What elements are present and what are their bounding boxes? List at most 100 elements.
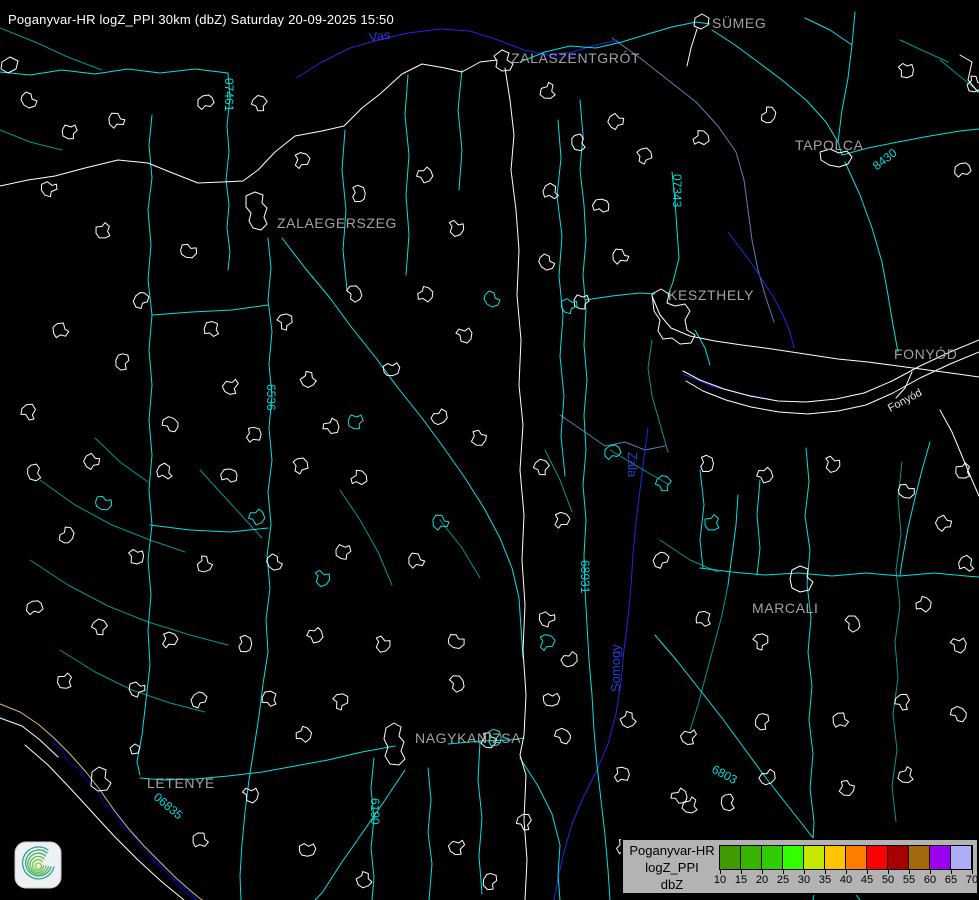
river-label-zala: Zala bbox=[625, 452, 640, 477]
settlement-outline bbox=[954, 461, 972, 480]
city-label-sumeg: SÜMEG bbox=[712, 15, 766, 31]
settlement-outline bbox=[112, 351, 134, 373]
settlement-outline bbox=[514, 811, 536, 833]
settlement-outline bbox=[896, 61, 916, 80]
settlement-outline bbox=[957, 554, 977, 574]
legend-tick-value: 30 bbox=[795, 874, 813, 886]
settlement-outline bbox=[247, 508, 266, 526]
settlement-outline bbox=[19, 401, 41, 423]
settlement-outline bbox=[539, 82, 556, 100]
settlement-outline bbox=[446, 836, 466, 857]
settlement-outline bbox=[193, 553, 214, 574]
settlement-outline bbox=[293, 458, 308, 474]
county-label-vas: Vas bbox=[368, 27, 391, 45]
settlement-outline bbox=[311, 568, 332, 588]
legend-tick-value: 20 bbox=[753, 874, 771, 886]
legend-color-cell bbox=[888, 846, 908, 869]
settlement-outline bbox=[952, 160, 973, 181]
settlement-outline bbox=[347, 182, 370, 205]
settlement-outline bbox=[126, 546, 146, 566]
settlement-outline bbox=[536, 607, 558, 629]
city-label-zalaszentgrot: ZALASZENTGRÓT bbox=[511, 50, 640, 66]
settlement-outline bbox=[571, 290, 593, 312]
logo-background bbox=[15, 842, 61, 888]
settlement-outline bbox=[467, 427, 489, 449]
settlement-outline bbox=[57, 525, 77, 545]
settlement-outline bbox=[407, 551, 425, 569]
settlement-outline bbox=[155, 462, 175, 481]
settlement-outline bbox=[107, 110, 127, 129]
settlement-outline bbox=[201, 319, 222, 340]
city-label-keszthely: KESZTHELY bbox=[668, 287, 754, 303]
settlement-outline bbox=[480, 871, 502, 893]
product-title: Poganyvar-HR logZ_PPI 30km (dbZ) Saturda… bbox=[8, 12, 394, 27]
settlement-outline bbox=[590, 195, 613, 218]
legend-tick-labels: 10152025303540455055606570 bbox=[623, 870, 977, 892]
settlement-outline bbox=[695, 452, 718, 475]
settlement-outline bbox=[294, 152, 310, 169]
legend-tick-value: 65 bbox=[942, 874, 960, 886]
settlement-outline bbox=[752, 711, 774, 733]
settlement-outline bbox=[896, 480, 917, 501]
settlement-outline bbox=[380, 358, 402, 380]
legend-color-cell bbox=[783, 846, 803, 869]
legend-tick-value: 45 bbox=[858, 874, 876, 886]
settlement-outline bbox=[191, 692, 207, 708]
settlement-outline bbox=[414, 284, 436, 306]
settlement-outline bbox=[539, 634, 555, 651]
legend-tick-value: 15 bbox=[732, 874, 750, 886]
settlement-outline bbox=[191, 831, 209, 849]
settlement-outline bbox=[949, 705, 967, 723]
settlement-outline bbox=[126, 677, 148, 699]
legend-tick-value: 40 bbox=[837, 874, 855, 886]
settlement-outline bbox=[344, 284, 364, 304]
settlement-outline bbox=[554, 512, 571, 530]
settlement-outline bbox=[23, 461, 45, 483]
city-label-marcali: MARCALI bbox=[752, 600, 818, 616]
settlement-outline bbox=[415, 166, 434, 184]
settlement-outline bbox=[703, 513, 721, 531]
settlement-outline bbox=[484, 291, 500, 307]
road-number-label: 6536 bbox=[264, 384, 278, 411]
settlement-outline bbox=[94, 221, 112, 239]
settlement-outline bbox=[653, 473, 674, 495]
legend-tick-value: 35 bbox=[816, 874, 834, 886]
settlement-outline bbox=[161, 631, 179, 650]
settlement-outline bbox=[568, 132, 590, 154]
settlement-outline bbox=[602, 442, 623, 463]
settlement-outline bbox=[221, 376, 241, 396]
legend-tick-value: 60 bbox=[921, 874, 939, 886]
legend-color-cell bbox=[804, 846, 824, 869]
settlement-outline bbox=[693, 608, 715, 629]
legend-color-cell bbox=[825, 846, 845, 869]
settlement-outline bbox=[296, 838, 319, 861]
settlement-outline bbox=[59, 120, 81, 142]
settlement-outline bbox=[355, 870, 373, 889]
settlement-outline bbox=[669, 787, 690, 807]
settlement-outline bbox=[619, 710, 637, 729]
city-label-tapolca: TAPOLCA bbox=[795, 137, 864, 153]
legend-tick-value: 50 bbox=[879, 874, 897, 886]
legend-tick-value: 55 bbox=[900, 874, 918, 886]
settlement-outline bbox=[832, 712, 850, 729]
settlement-outline bbox=[55, 671, 74, 691]
legend-color-cell bbox=[720, 846, 740, 869]
settlement-outline bbox=[756, 467, 774, 484]
settlement-outline bbox=[678, 726, 698, 747]
settlement-outline bbox=[445, 218, 466, 238]
legend-color-cell bbox=[741, 846, 761, 869]
legend-panel: Poganyvar-HR logZ_PPI dbZ 10152025303540… bbox=[621, 838, 979, 895]
base-map bbox=[0, 0, 979, 900]
settlement-outline bbox=[90, 617, 110, 638]
settlement-outline bbox=[758, 105, 778, 125]
settlement-outline bbox=[897, 766, 913, 783]
county-label-somogy: Somogy bbox=[608, 644, 623, 692]
legend-color-cell bbox=[867, 846, 887, 869]
legend-colorbar bbox=[719, 845, 973, 870]
settlement-outline bbox=[333, 540, 355, 562]
settlement-outline bbox=[161, 415, 180, 434]
provider-spiral-logo bbox=[14, 841, 62, 889]
road-junction-squiggles bbox=[93, 291, 721, 749]
settlement-outline bbox=[717, 791, 739, 813]
settlement-outline bbox=[842, 613, 862, 633]
